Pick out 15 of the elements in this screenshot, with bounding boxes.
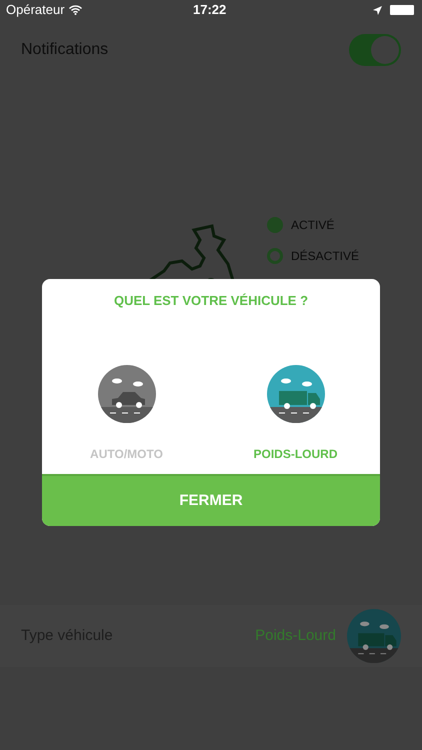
car-icon bbox=[98, 364, 156, 422]
notifications-toggle[interactable] bbox=[349, 34, 401, 66]
dialog-title: QUEL EST VOTRE VÉHICULE ? bbox=[112, 292, 310, 310]
location-arrow-icon bbox=[373, 6, 382, 14]
vehicle-type-value: Poids-Lourd bbox=[255, 626, 336, 646]
carrier-name: Opérateur bbox=[6, 1, 65, 20]
wifi-icon bbox=[68, 5, 82, 15]
close-button[interactable]: FERMER bbox=[42, 474, 380, 526]
truck-icon bbox=[347, 609, 401, 663]
clock-time: 17:22 bbox=[193, 1, 226, 20]
vehicle-option[interactable]: POIDS-LOURD bbox=[211, 364, 380, 462]
battery-icon bbox=[390, 5, 414, 15]
vehicle-option[interactable]: AUTO/MOTO bbox=[42, 364, 211, 462]
ring-icon bbox=[267, 248, 283, 264]
truck-icon bbox=[266, 364, 324, 422]
